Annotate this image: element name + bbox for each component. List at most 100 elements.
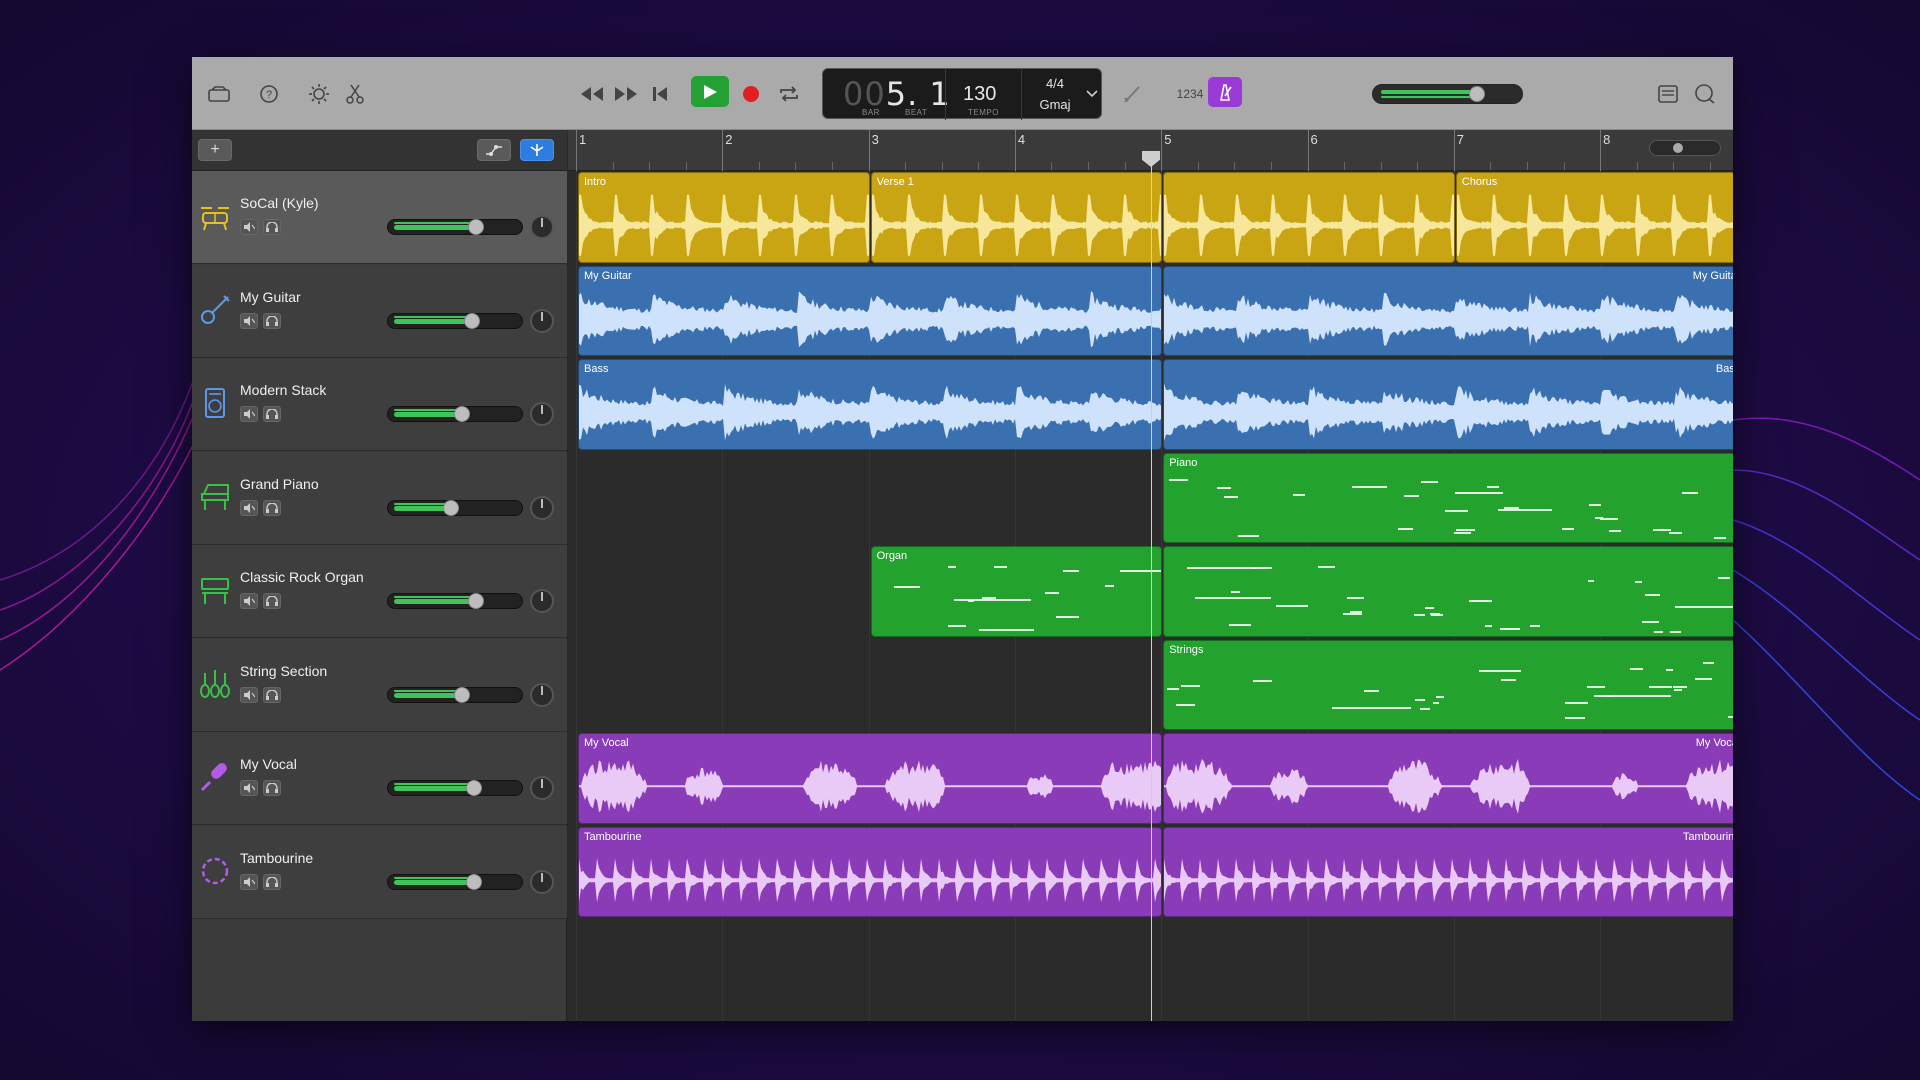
drums-icon[interactable]: [198, 199, 232, 233]
pan-knob[interactable]: [530, 682, 554, 707]
loop-browser-icon[interactable]: [1692, 81, 1718, 107]
help-icon[interactable]: ?: [256, 81, 282, 107]
region[interactable]: Organ: [870, 546, 1163, 637]
track-header[interactable]: Classic Rock Organ: [192, 545, 567, 638]
track-header[interactable]: My Guitar: [192, 264, 567, 358]
volume-slider[interactable]: [387, 593, 523, 609]
region[interactable]: Verse 1: [870, 172, 1163, 263]
volume-slider[interactable]: [387, 499, 523, 516]
region[interactable]: My Guitar: [578, 265, 1163, 356]
volume-slider[interactable]: [387, 312, 523, 329]
note-pad-icon[interactable]: [1655, 81, 1681, 107]
region[interactable]: My Vocal: [578, 733, 1163, 824]
zoom-slider[interactable]: [1649, 140, 1721, 156]
pan-knob[interactable]: [530, 215, 554, 239]
solo-button[interactable]: [263, 312, 281, 329]
lcd-key[interactable]: Gmaj: [1035, 97, 1075, 112]
strings-icon[interactable]: [198, 667, 232, 701]
region[interactable]: Tambourine: [578, 826, 1163, 917]
track-name[interactable]: Classic Rock Organ: [240, 569, 364, 585]
volume-slider[interactable]: [387, 873, 523, 890]
mute-button[interactable]: [240, 219, 258, 235]
track-name[interactable]: String Section: [240, 663, 327, 679]
amp-icon[interactable]: [198, 386, 232, 420]
region[interactable]: [1163, 546, 1733, 637]
rewind-icon[interactable]: [578, 81, 606, 107]
region[interactable]: Bass: [578, 359, 1163, 450]
master-volume-slider[interactable]: [1372, 84, 1523, 104]
tracks-area[interactable]: 1 2 3 4 5 6 7 8 Intro Verse 1 Chorus My Guitar My G…: [568, 130, 1733, 1021]
mute-button[interactable]: [240, 593, 258, 609]
mute-button[interactable]: [240, 780, 258, 796]
pan-knob[interactable]: [530, 589, 554, 613]
automation-button[interactable]: [477, 139, 511, 161]
solo-button[interactable]: [263, 593, 281, 609]
track-name[interactable]: Modern Stack: [240, 382, 326, 398]
go-to-beginning-icon[interactable]: [647, 81, 673, 107]
lcd-time-signature[interactable]: 4/4: [1035, 76, 1075, 91]
pan-knob[interactable]: [530, 495, 554, 520]
region[interactable]: Tambourine: [1163, 826, 1733, 917]
mute-button[interactable]: [240, 873, 258, 890]
volume-slider[interactable]: [387, 686, 523, 703]
pan-knob[interactable]: [530, 308, 554, 333]
volume-slider[interactable]: [387, 780, 523, 796]
lcd-display[interactable]: 005. 1 BAR BEAT 130 TEMPO 4/4 Gmaj: [822, 68, 1102, 120]
region[interactable]: [1163, 172, 1455, 263]
solo-button[interactable]: [263, 780, 281, 796]
region[interactable]: Intro: [578, 172, 870, 263]
editors-icon[interactable]: [342, 81, 368, 107]
tambourine-icon[interactable]: [198, 854, 232, 888]
track-name[interactable]: My Vocal: [240, 756, 297, 772]
pan-knob[interactable]: [530, 776, 554, 800]
region[interactable]: Bass: [1163, 359, 1733, 450]
region[interactable]: Piano: [1163, 452, 1733, 543]
playhead[interactable]: [1151, 160, 1152, 1021]
mute-button[interactable]: [240, 499, 258, 516]
library-icon[interactable]: [206, 81, 232, 107]
chevron-down-icon[interactable]: [1085, 86, 1099, 102]
solo-button[interactable]: [263, 219, 281, 235]
guitar-icon[interactable]: [198, 293, 232, 327]
track-header[interactable]: Tambourine: [192, 825, 567, 919]
play-button[interactable]: [691, 76, 729, 107]
smart-controls-icon[interactable]: [306, 81, 332, 107]
flex-button[interactable]: [520, 139, 554, 161]
count-in-button[interactable]: 1234: [1175, 81, 1205, 107]
region[interactable]: My Guitar: [1163, 265, 1733, 356]
lcd-tempo[interactable]: 130: [963, 83, 996, 106]
fast-forward-icon[interactable]: [612, 81, 640, 107]
solo-button[interactable]: [263, 686, 281, 703]
track-name[interactable]: Grand Piano: [240, 476, 319, 492]
solo-button[interactable]: [263, 499, 281, 516]
piano-icon[interactable]: [198, 480, 232, 514]
mute-button[interactable]: [240, 406, 258, 422]
mute-button[interactable]: [240, 312, 258, 329]
track-header[interactable]: String Section: [192, 638, 567, 732]
organ-icon[interactable]: [198, 573, 232, 607]
volume-slider[interactable]: [387, 406, 523, 422]
track-name[interactable]: My Guitar: [240, 289, 301, 305]
track-header[interactable]: Modern Stack: [192, 358, 567, 451]
mute-button[interactable]: [240, 686, 258, 703]
solo-button[interactable]: [263, 406, 281, 422]
cycle-icon[interactable]: [776, 81, 802, 107]
track-header[interactable]: My Vocal: [192, 732, 567, 825]
track-name[interactable]: Tambourine: [240, 850, 313, 866]
mute-icon: [244, 783, 255, 793]
microphone-icon[interactable]: [198, 760, 232, 794]
record-button[interactable]: [738, 81, 764, 107]
solo-button[interactable]: [263, 873, 281, 890]
add-track-button[interactable]: +: [198, 139, 232, 161]
region[interactable]: My Vocal: [1163, 733, 1733, 824]
track-header[interactable]: Grand Piano: [192, 451, 567, 545]
metronome-button[interactable]: [1208, 77, 1242, 107]
track-header[interactable]: SoCal (Kyle): [192, 171, 567, 264]
track-name[interactable]: SoCal (Kyle): [240, 195, 319, 211]
pan-knob[interactable]: [530, 402, 554, 426]
tuner-icon[interactable]: [1119, 81, 1145, 107]
pan-knob[interactable]: [530, 869, 554, 894]
region[interactable]: Chorus: [1455, 172, 1733, 263]
volume-slider[interactable]: [387, 219, 523, 235]
region[interactable]: Strings: [1163, 639, 1733, 730]
